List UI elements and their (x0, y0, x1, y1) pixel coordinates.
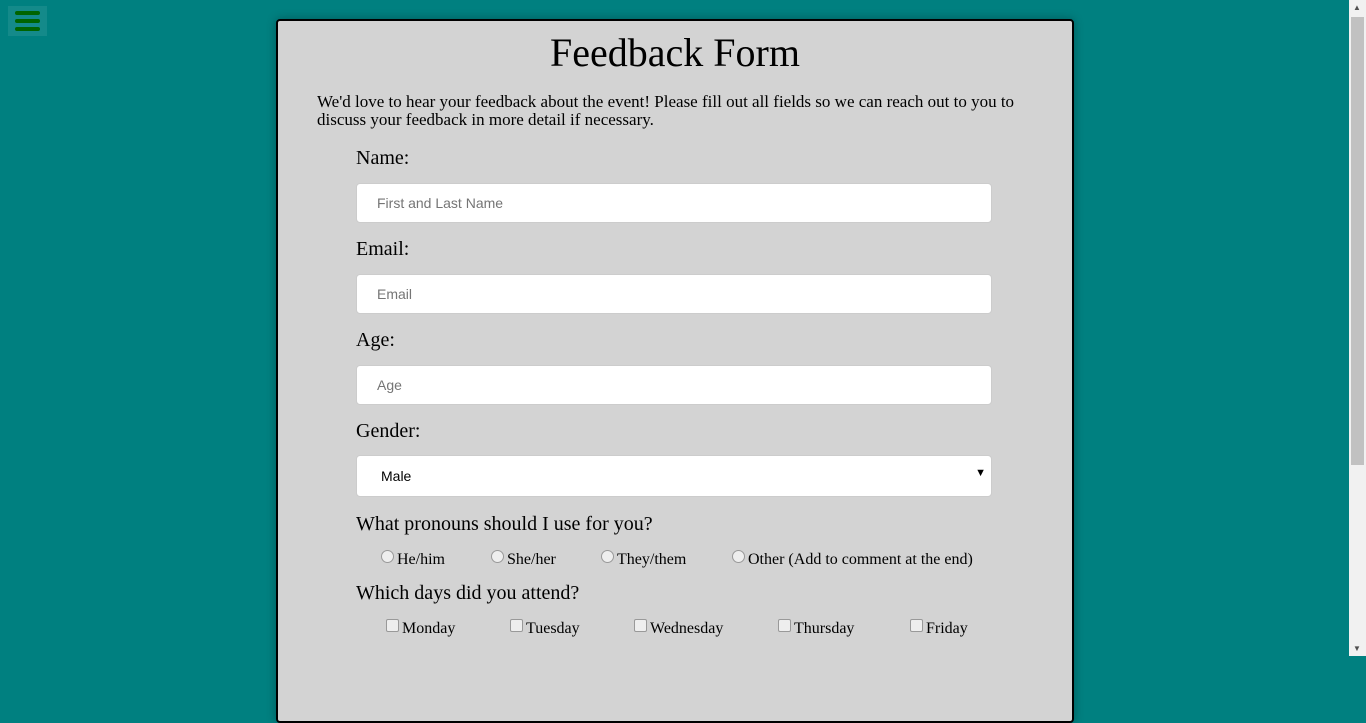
day-thursday[interactable]: Thursday (778, 619, 854, 638)
day-friday[interactable]: Friday (910, 619, 968, 638)
option-label: They/them (617, 551, 687, 568)
pronouns-label: What pronouns should I use for you? (356, 513, 653, 535)
option-label: She/her (507, 551, 556, 568)
email-label: Email: (356, 238, 410, 260)
pronoun-option-they[interactable]: They/them (601, 550, 686, 569)
day-tuesday[interactable]: Tuesday (510, 619, 580, 638)
intro-text: We'd love to hear your feedback about th… (317, 92, 1015, 129)
checkbox-icon[interactable] (386, 619, 399, 632)
checkbox-icon[interactable] (634, 619, 647, 632)
days-label: Which days did you attend? (356, 582, 580, 604)
page-title: Feedback Form (550, 30, 800, 75)
scrollbar-thumb[interactable] (1351, 17, 1364, 465)
option-label: He/him (397, 551, 445, 568)
email-input[interactable] (356, 274, 992, 314)
option-label: Tuesday (526, 620, 580, 637)
chevron-down-icon: ▼ (975, 467, 986, 479)
radio-icon[interactable] (381, 550, 394, 563)
gender-selected: Male (381, 468, 412, 484)
gender-select[interactable]: Male ▼ (356, 455, 992, 497)
name-label: Name: (356, 147, 410, 169)
scrollbar[interactable]: ▲ ▼ (1349, 0, 1366, 656)
gender-label: Gender: (356, 420, 421, 442)
pronoun-option-other[interactable]: Other (Add to comment at the end) (732, 550, 973, 569)
day-monday[interactable]: Monday (386, 619, 455, 638)
checkbox-icon[interactable] (510, 619, 523, 632)
name-input[interactable] (356, 183, 992, 223)
age-input[interactable] (356, 365, 992, 405)
pronoun-option-she[interactable]: She/her (491, 550, 556, 569)
hamburger-menu-icon[interactable] (8, 6, 47, 36)
checkbox-icon[interactable] (910, 619, 923, 632)
option-label: Thursday (794, 620, 855, 637)
radio-icon[interactable] (491, 550, 504, 563)
scroll-down-icon[interactable]: ▼ (1353, 644, 1361, 653)
age-label: Age: (356, 329, 395, 351)
option-label: Other (Add to comment at the end) (748, 551, 973, 568)
option-label: Monday (402, 620, 456, 637)
pronoun-option-he[interactable]: He/him (381, 550, 445, 569)
option-label: Friday (926, 620, 968, 637)
option-label: Wednesday (650, 620, 724, 637)
day-wednesday[interactable]: Wednesday (634, 619, 723, 638)
scroll-up-icon[interactable]: ▲ (1353, 3, 1361, 12)
radio-icon[interactable] (601, 550, 614, 563)
checkbox-icon[interactable] (778, 619, 791, 632)
radio-icon[interactable] (732, 550, 745, 563)
feedback-form: Feedback Form We'd love to hear your fee… (276, 19, 1074, 723)
